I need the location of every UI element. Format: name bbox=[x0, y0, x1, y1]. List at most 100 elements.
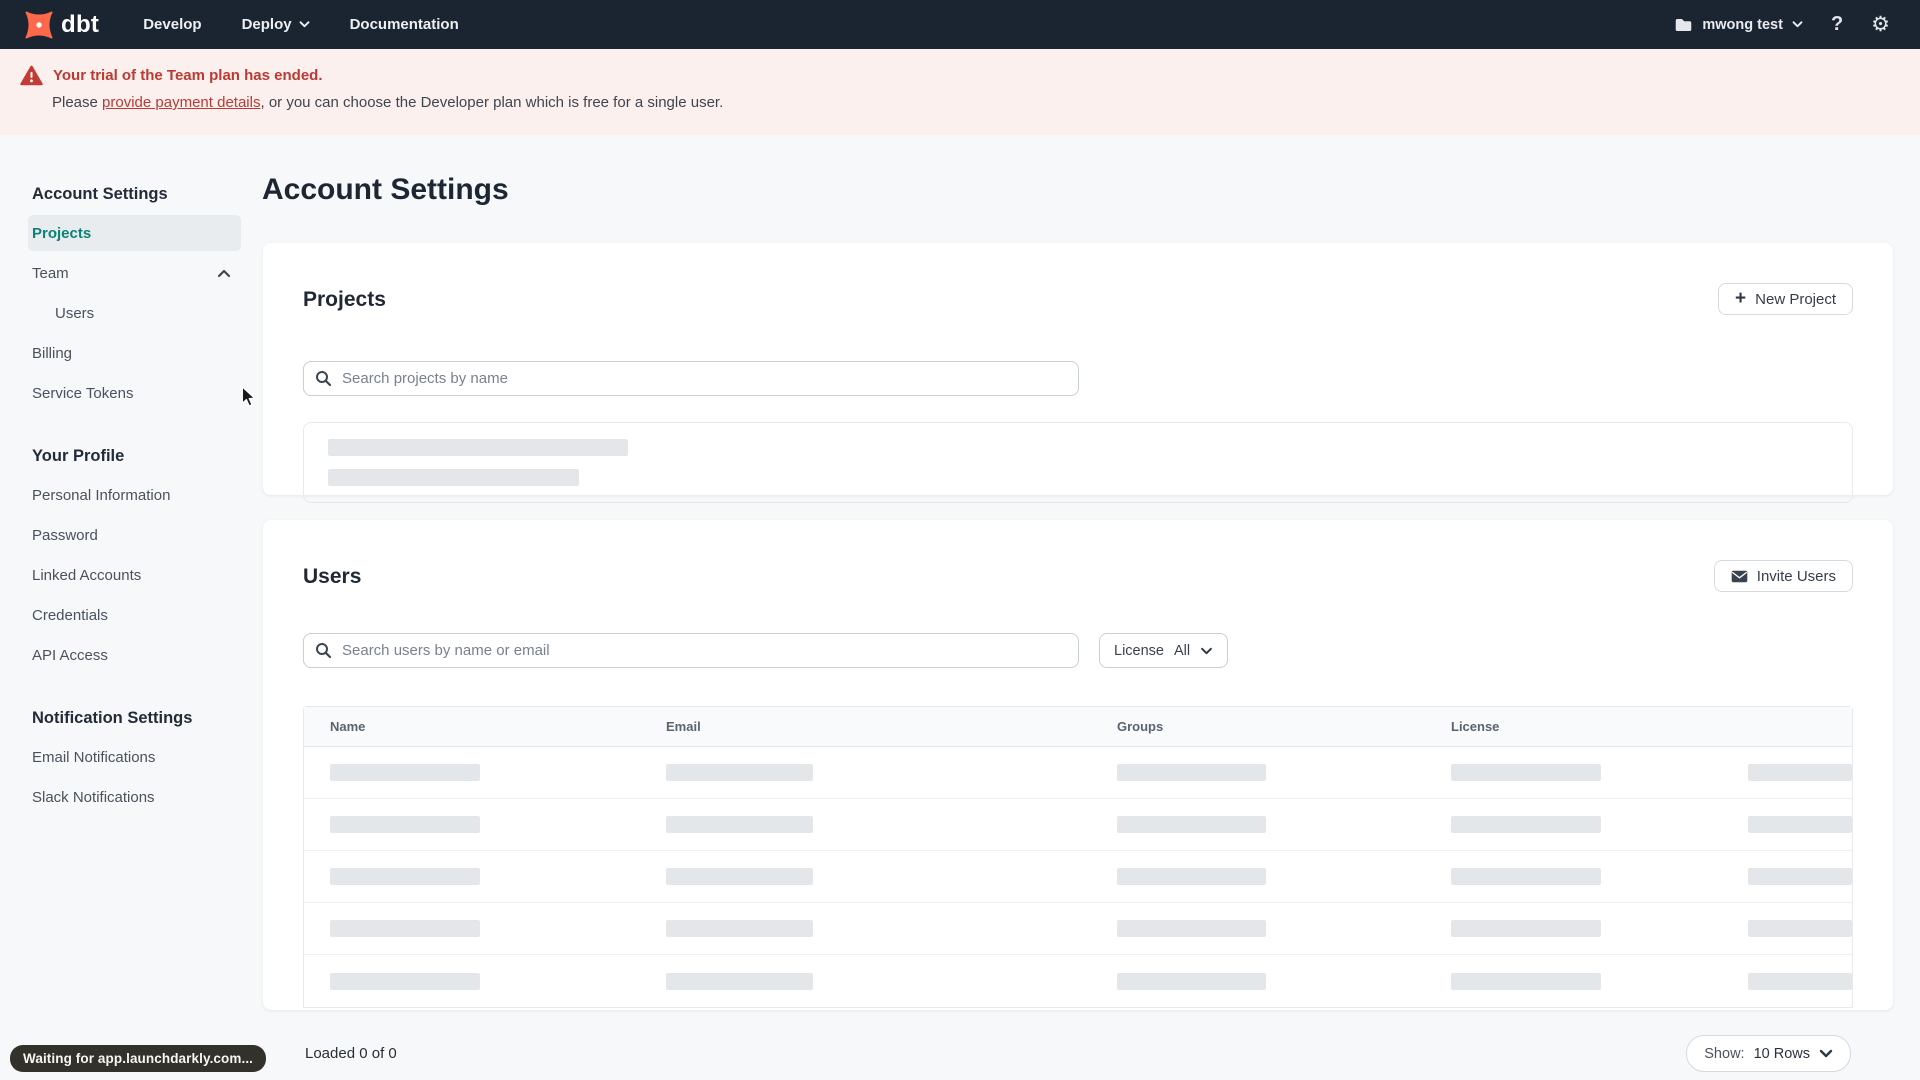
trial-ended-banner: Your trial of the Team plan has ended. P… bbox=[0, 49, 1920, 135]
chevron-down-icon bbox=[299, 21, 309, 28]
new-project-button[interactable]: + New Project bbox=[1718, 283, 1853, 315]
mouse-cursor bbox=[241, 386, 256, 407]
projects-card: Projects + New Project bbox=[263, 243, 1893, 503]
column-header-name: Name bbox=[330, 719, 366, 734]
sidebar-item-team[interactable]: Team bbox=[28, 255, 241, 291]
plus-icon: + bbox=[1735, 287, 1747, 309]
account-switcher[interactable]: mwong test bbox=[1674, 17, 1803, 33]
skeleton-bar bbox=[666, 920, 813, 937]
skeleton-bar bbox=[666, 868, 813, 885]
table-row-skeleton bbox=[304, 851, 1852, 903]
skeleton-bar bbox=[330, 972, 480, 990]
license-filter-dropdown[interactable]: License All bbox=[1099, 633, 1229, 668]
users-card: Users Invite Users License All Na bbox=[263, 520, 1893, 1010]
skeleton-bar bbox=[1451, 972, 1601, 990]
table-row-skeleton bbox=[304, 955, 1852, 1007]
skeleton-bar bbox=[1117, 816, 1266, 833]
skeleton-bar bbox=[666, 816, 813, 833]
skeleton-bar bbox=[1451, 920, 1601, 937]
users-card-title: Users bbox=[303, 565, 362, 588]
sidebar-item-personal-information[interactable]: Personal Information bbox=[28, 477, 241, 513]
sidebar-item-service-tokens[interactable]: Service Tokens bbox=[28, 375, 241, 411]
logo-text: dbt bbox=[61, 10, 100, 38]
sidebar-heading-account-settings: Account Settings bbox=[32, 184, 168, 203]
sidebar-item-credentials[interactable]: Credentials bbox=[28, 597, 241, 633]
skeleton-bar bbox=[1748, 816, 1852, 833]
users-table: Name Email Groups License bbox=[303, 706, 1853, 1008]
users-table-header: Name Email Groups License bbox=[304, 707, 1852, 747]
sidebar-item-billing[interactable]: Billing bbox=[28, 335, 241, 371]
banner-body: Please provide payment details, or you c… bbox=[52, 94, 724, 111]
chevron-up-icon bbox=[217, 269, 231, 277]
gear-icon: ⚙ bbox=[1871, 12, 1890, 36]
table-row-skeleton bbox=[304, 747, 1852, 799]
chevron-down-icon bbox=[1792, 21, 1803, 28]
license-filter-value: All bbox=[1173, 642, 1191, 659]
account-name: mwong test bbox=[1702, 16, 1783, 33]
projects-search-input[interactable] bbox=[303, 361, 1079, 396]
license-filter-label: License bbox=[1114, 642, 1164, 659]
projects-loading-skeleton bbox=[303, 422, 1853, 503]
skeleton-bar bbox=[1117, 764, 1266, 781]
skeleton-bar bbox=[1117, 868, 1266, 885]
sidebar-item-linked-accounts[interactable]: Linked Accounts bbox=[28, 557, 241, 593]
page-title: Account Settings bbox=[262, 173, 509, 206]
sidebar-item-slack-notifications[interactable]: Slack Notifications bbox=[28, 779, 241, 815]
help-button[interactable]: ? bbox=[1831, 13, 1843, 36]
table-row-skeleton bbox=[304, 799, 1852, 851]
nav-item-develop[interactable]: Develop bbox=[143, 16, 201, 33]
column-header-email: Email bbox=[666, 719, 701, 734]
skeleton-bar bbox=[330, 816, 480, 833]
sidebar-item-users[interactable]: Users bbox=[28, 295, 241, 331]
skeleton-bar bbox=[1748, 972, 1852, 990]
projects-card-title: Projects bbox=[303, 288, 386, 311]
nav-item-deploy[interactable]: Deploy bbox=[242, 16, 310, 33]
skeleton-bar bbox=[328, 469, 579, 486]
skeleton-bar bbox=[666, 972, 813, 990]
envelope-icon bbox=[1731, 570, 1748, 582]
sidebar-item-password[interactable]: Password bbox=[28, 517, 241, 553]
nav-item-documentation[interactable]: Documentation bbox=[350, 16, 459, 33]
browser-status-tooltip: Waiting for app.launchdarkly.com... bbox=[10, 1045, 267, 1072]
column-header-groups: Groups bbox=[1117, 719, 1164, 734]
skeleton-bar bbox=[1117, 972, 1266, 990]
search-icon bbox=[316, 371, 332, 387]
skeleton-bar bbox=[1748, 920, 1852, 937]
skeleton-bar bbox=[330, 764, 480, 781]
skeleton-bar bbox=[1117, 920, 1266, 937]
show-label: Show: bbox=[1704, 1045, 1745, 1062]
skeleton-bar bbox=[666, 764, 813, 781]
dbt-logo-icon bbox=[25, 11, 53, 38]
search-icon bbox=[316, 643, 332, 659]
rows-per-page-dropdown[interactable]: Show: 10 Rows bbox=[1686, 1035, 1851, 1072]
banner-title: Your trial of the Team plan has ended. bbox=[53, 67, 323, 84]
invite-users-button[interactable]: Invite Users bbox=[1713, 560, 1853, 592]
sidebar-item-api-access[interactable]: API Access bbox=[28, 637, 241, 673]
skeleton-bar bbox=[330, 868, 480, 885]
chevron-down-icon bbox=[1819, 1049, 1833, 1058]
users-list-footer: Loaded 0 of 0 Show: 10 Rows bbox=[305, 1035, 1851, 1072]
warning-icon bbox=[20, 65, 43, 86]
sidebar-heading-notification-settings: Notification Settings bbox=[32, 708, 193, 727]
column-header-license: License bbox=[1451, 719, 1500, 734]
skeleton-bar bbox=[1451, 764, 1601, 781]
settings-sidebar: Account Settings Projects Team Users Bil… bbox=[28, 183, 241, 819]
skeleton-bar bbox=[1748, 764, 1852, 781]
skeleton-bar bbox=[328, 439, 628, 456]
settings-button[interactable]: ⚙ bbox=[1871, 14, 1890, 35]
top-nav-menu: Develop Deploy Documentation bbox=[143, 16, 459, 33]
folder-icon bbox=[1676, 18, 1692, 31]
skeleton-bar bbox=[330, 920, 480, 937]
sidebar-heading-your-profile: Your Profile bbox=[32, 446, 125, 465]
dbt-logo[interactable]: dbt bbox=[24, 10, 99, 40]
chevron-down-icon bbox=[1201, 647, 1213, 654]
skeleton-bar bbox=[1451, 868, 1601, 885]
help-icon: ? bbox=[1830, 13, 1844, 35]
users-search-input[interactable] bbox=[303, 633, 1079, 668]
show-value: 10 Rows bbox=[1753, 1045, 1810, 1062]
sidebar-item-email-notifications[interactable]: Email Notifications bbox=[28, 739, 241, 775]
skeleton-bar bbox=[1748, 868, 1852, 885]
top-nav: dbt Develop Deploy Documentation mwong t… bbox=[0, 0, 1920, 49]
provide-payment-details-link[interactable]: provide payment details bbox=[102, 94, 260, 111]
sidebar-item-projects[interactable]: Projects bbox=[28, 215, 241, 251]
